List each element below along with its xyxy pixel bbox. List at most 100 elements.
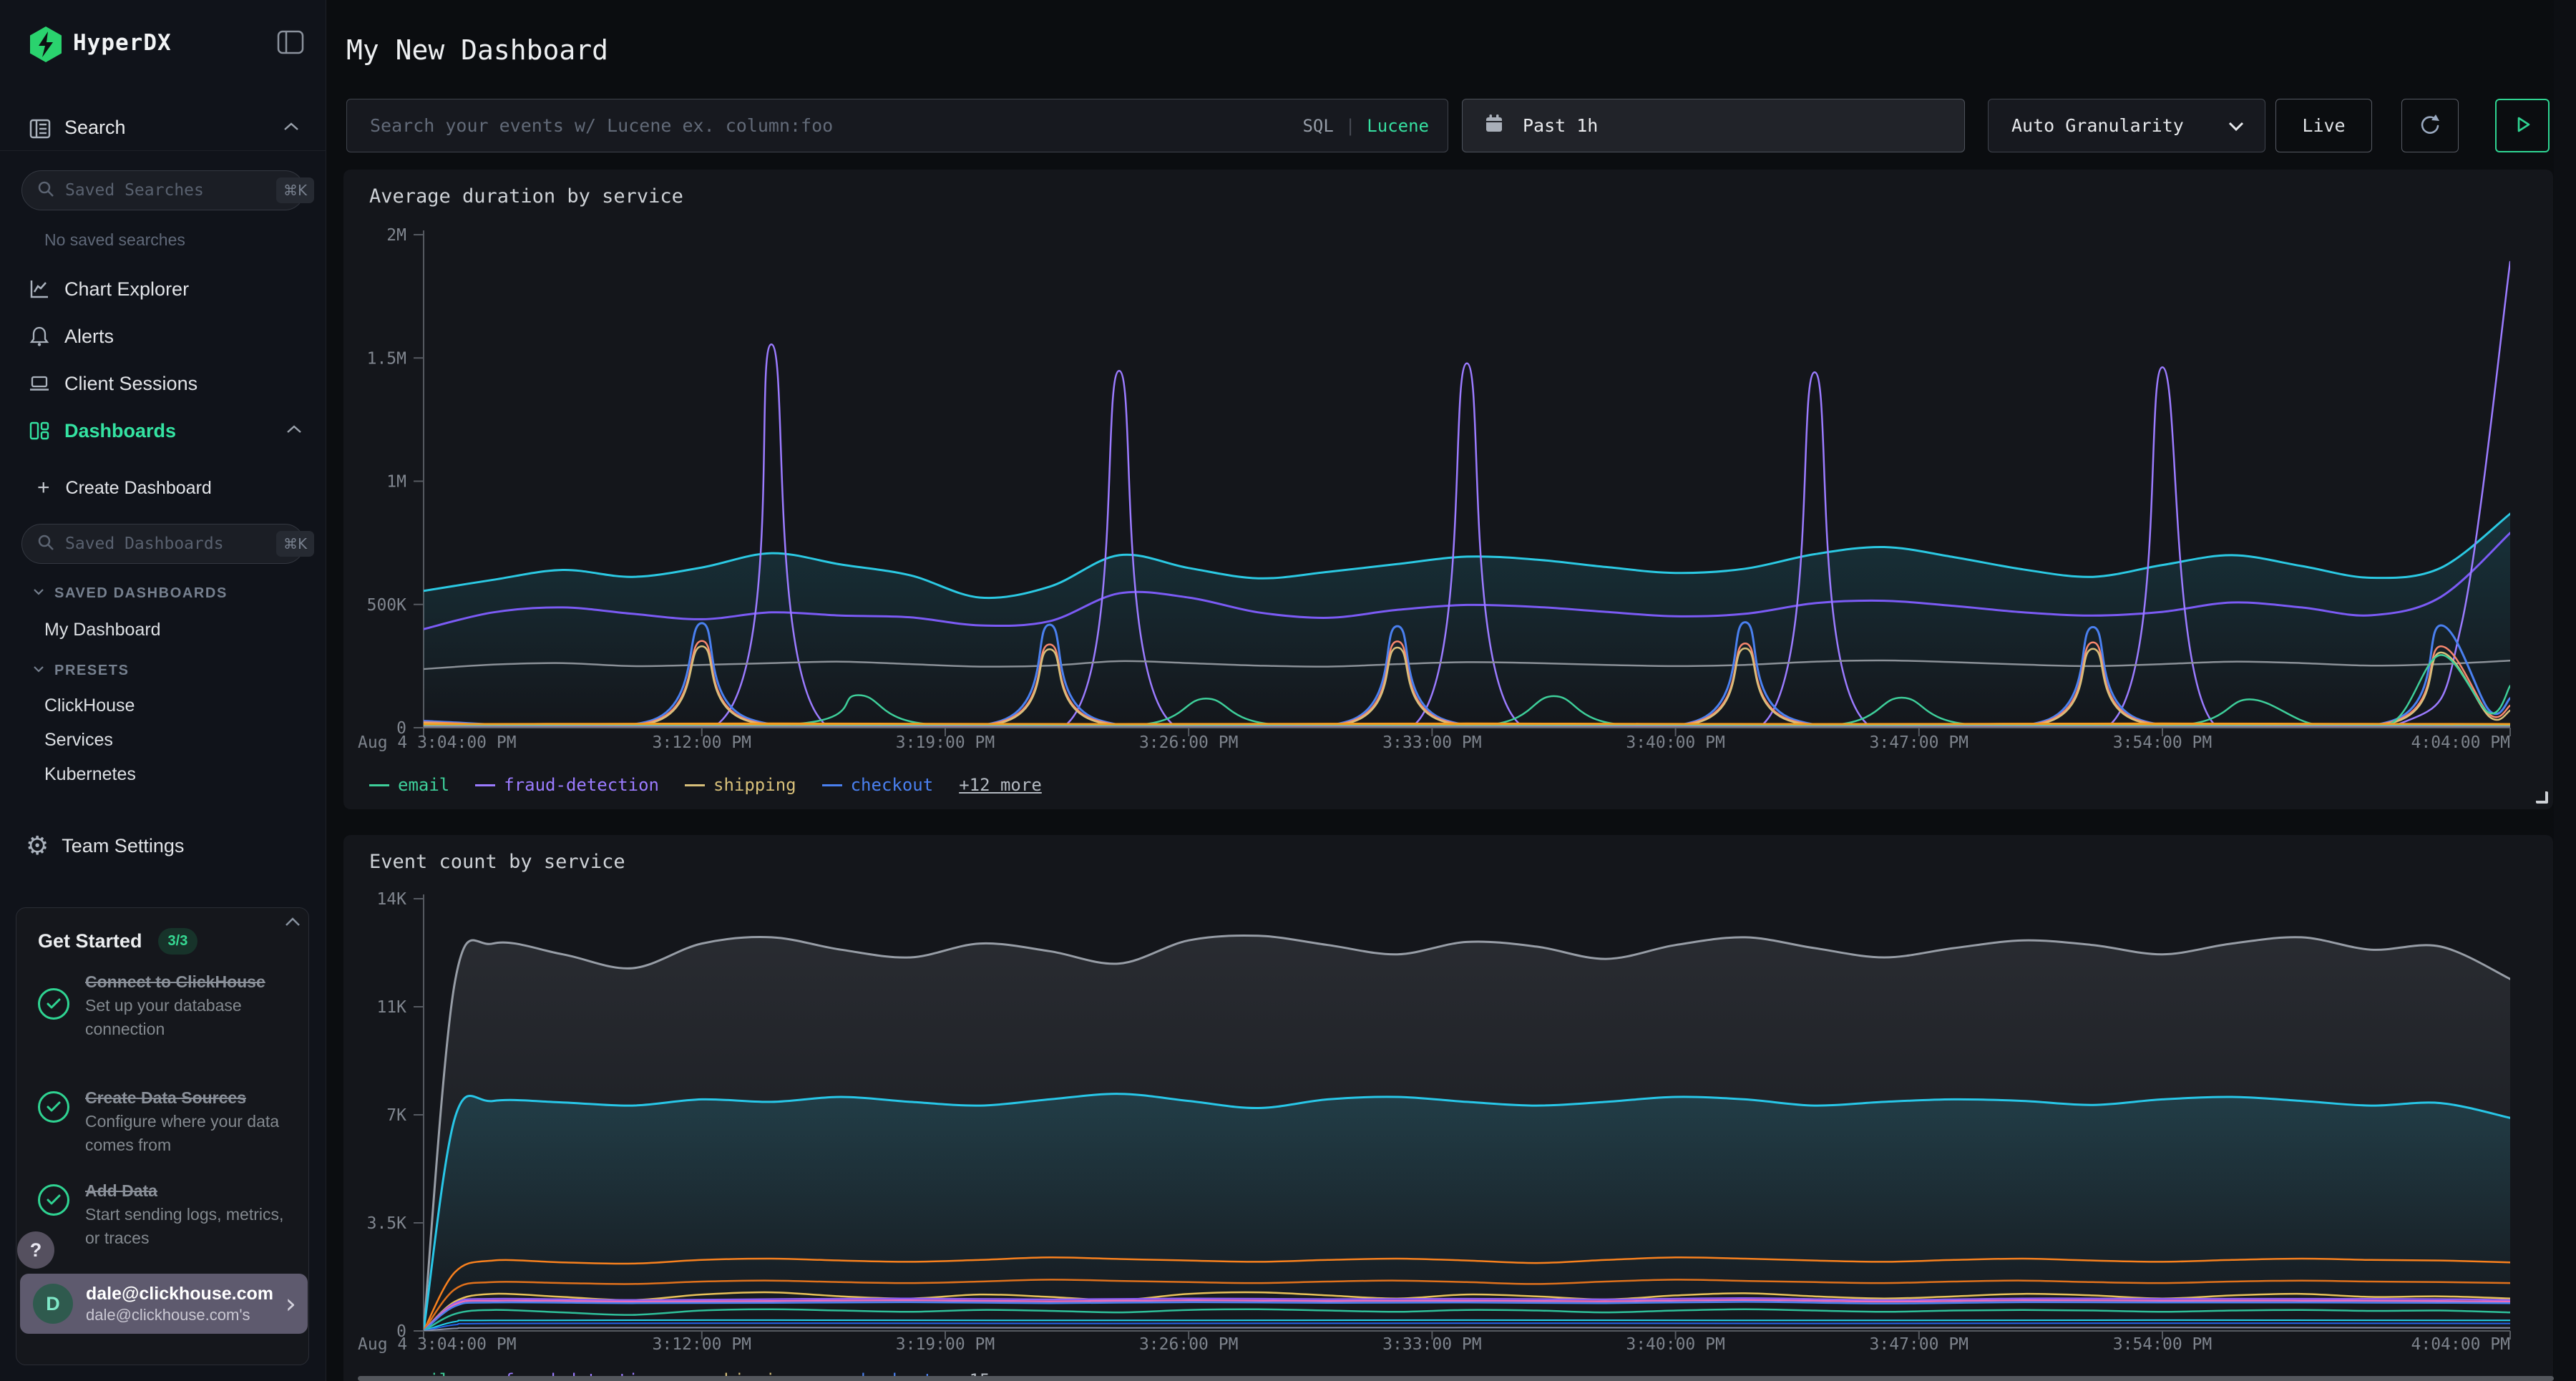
x-tick-label: 3:54:00 PM <box>2113 733 2212 752</box>
calendar-icon <box>1484 114 1504 137</box>
chevron-up-icon <box>283 122 299 135</box>
legend-item-email[interactable]: email <box>369 775 449 795</box>
x-tick-label: 3:26:00 PM <box>1139 733 1238 752</box>
sidebar-item-team-settings[interactable]: ⚙ Team Settings <box>0 824 326 867</box>
user-team: dale@clickhouse.com's <box>86 1305 273 1325</box>
saved-searches-input[interactable] <box>65 181 276 200</box>
sidebar-item-my-dashboard[interactable]: My Dashboard <box>44 614 288 645</box>
run-query-button[interactable] <box>2495 99 2550 152</box>
x-tick-label: 3:47:00 PM <box>1870 1335 1968 1354</box>
line-chart-event-count[interactable]: 14K11K7K3.5K0Aug 4 3:04:00 PM3:12:00 PM3… <box>343 835 2553 1381</box>
refresh-icon <box>2418 128 2442 139</box>
sidebar-section-search[interactable]: Search <box>0 107 326 149</box>
time-range-picker[interactable]: Past 1h <box>1462 99 1965 152</box>
shortcut-badge: ⌘K <box>276 177 314 203</box>
chevron-down-icon <box>2228 121 2245 135</box>
x-tick-label: 3:19:00 PM <box>896 1335 995 1354</box>
search-icon <box>36 533 55 555</box>
panel-collapse-icon <box>277 46 304 57</box>
sidebar-item-label: Client Sessions <box>64 373 197 395</box>
legend-dash-icon <box>475 784 495 786</box>
x-tick-label: 4:04:00 PM <box>2411 733 2510 752</box>
legend-label: shipping <box>713 775 796 795</box>
sidebar-item-label: Alerts <box>64 326 114 348</box>
x-tick-label: 3:33:00 PM <box>1382 733 1481 752</box>
y-tick-label: 7K <box>386 1106 406 1125</box>
checklist-item-title: Add Data <box>85 1179 286 1203</box>
sidebar-item-client-sessions[interactable]: Client Sessions <box>0 360 326 407</box>
event-search-input[interactable] <box>347 99 1302 152</box>
y-tick-label: 2M <box>386 226 406 245</box>
create-dashboard-button[interactable]: + Create Dashboard <box>0 469 326 507</box>
progress-badge: 3/3 <box>158 928 198 955</box>
legend-more-link[interactable]: +12 more <box>959 775 1042 795</box>
time-range-value: Past 1h <box>1523 115 1598 136</box>
sidebar-item-label: Dashboards <box>64 420 176 442</box>
saved-dashboards-section-header[interactable]: SAVED DASHBOARDS <box>33 581 305 605</box>
live-button[interactable]: Live <box>2275 99 2372 152</box>
checklist-item[interactable]: Add Data Start sending logs, metrics, or… <box>38 1179 288 1250</box>
legend-dash-icon <box>369 784 389 786</box>
sidebar-item-services[interactable]: Services <box>44 724 288 756</box>
saved-dashboards-search[interactable]: ⌘K <box>21 524 305 564</box>
sidebar-item-dashboards[interactable]: Dashboards <box>0 407 326 454</box>
y-tick-label: 1M <box>386 473 406 492</box>
get-started-header[interactable]: Get Started 3/3 <box>38 925 288 957</box>
x-tick-label: 3:40:00 PM <box>1626 1335 1724 1354</box>
event-search-box: SQL | Lucene <box>346 99 1448 152</box>
chevron-right-icon: › <box>286 1288 296 1319</box>
y-tick-label: 3.5K <box>367 1214 407 1233</box>
search-section-icon <box>29 117 52 144</box>
panel-resize-handle[interactable] <box>2536 791 2548 804</box>
x-tick-label: 3:47:00 PM <box>1870 733 1968 752</box>
gear-icon: ⚙ <box>26 831 49 861</box>
vertical-scrollbar[interactable] <box>2554 0 2576 1381</box>
horizontal-scrollbar[interactable] <box>358 1376 2554 1381</box>
presets-section-header[interactable]: PRESETS <box>33 658 305 683</box>
line-chart-avg-duration[interactable]: 2M1.5M1M500K0Aug 4 3:04:00 PM3:12:00 PM3… <box>343 170 2553 809</box>
saved-dashboards-input[interactable] <box>65 535 276 553</box>
legend-item-shipping[interactable]: shipping <box>685 775 796 795</box>
chevron-up-icon <box>286 424 302 438</box>
sidebar-item-chart-explorer[interactable]: Chart Explorer <box>0 265 326 313</box>
y-tick-label: 11K <box>376 998 406 1017</box>
checklist-item-desc: Set up your database connection <box>85 994 286 1041</box>
check-circle-icon <box>38 1184 69 1216</box>
x-tick-label: 3:33:00 PM <box>1382 1335 1481 1354</box>
saved-searches-search[interactable]: ⌘K <box>21 170 305 210</box>
user-email: dale@clickhouse.com <box>86 1282 273 1305</box>
section-label: SAVED DASHBOARDS <box>54 585 228 602</box>
check-circle-icon <box>38 1091 69 1123</box>
checklist-item-title: Connect to ClickHouse <box>85 970 286 994</box>
chevron-up-icon[interactable] <box>284 917 301 931</box>
lucene-toggle[interactable]: Lucene <box>1367 116 1429 136</box>
x-tick-label: 3:40:00 PM <box>1626 733 1724 752</box>
checklist-item[interactable]: Create Data Sources Configure where your… <box>38 1085 288 1157</box>
x-tick-label: 3:12:00 PM <box>653 733 751 752</box>
checklist-item[interactable]: Connect to ClickHouse Set up your databa… <box>38 970 288 1041</box>
chart-panel-event-count: Event count by service 14K11K7K3.5K0Aug … <box>343 835 2553 1381</box>
y-tick-label: 500K <box>367 596 407 615</box>
granularity-select[interactable]: Auto Granularity <box>1988 99 2265 152</box>
help-button[interactable]: ? <box>17 1231 54 1269</box>
sql-toggle[interactable]: SQL <box>1302 116 1333 136</box>
shortcut-badge: ⌘K <box>276 531 314 557</box>
sidebar-item-alerts[interactable]: Alerts <box>0 313 326 360</box>
search-icon <box>36 180 55 202</box>
legend-dash-icon <box>685 784 705 786</box>
granularity-value: Auto Granularity <box>2011 115 2184 136</box>
checklist-item-title: Create Data Sources <box>85 1085 286 1110</box>
x-tick-label: 4:04:00 PM <box>2411 1335 2510 1354</box>
legend-item-fraud-detection[interactable]: fraud-detection <box>475 775 659 795</box>
sidebar-collapse-button[interactable] <box>275 29 306 57</box>
sidebar-item-clickhouse[interactable]: ClickHouse <box>44 690 288 721</box>
y-tick-label: 1.5M <box>367 349 406 368</box>
user-account-chip[interactable]: D dale@clickhouse.com dale@clickhouse.co… <box>20 1274 308 1334</box>
sidebar-item-kubernetes[interactable]: Kubernetes <box>44 758 288 790</box>
bell-icon <box>29 326 50 347</box>
x-tick-label: Aug 4 3:04:00 PM <box>358 1335 517 1354</box>
divider <box>0 150 326 151</box>
series-series-orange <box>424 724 2510 725</box>
legend-item-checkout[interactable]: checkout <box>822 775 934 795</box>
refresh-button[interactable] <box>2401 99 2459 152</box>
